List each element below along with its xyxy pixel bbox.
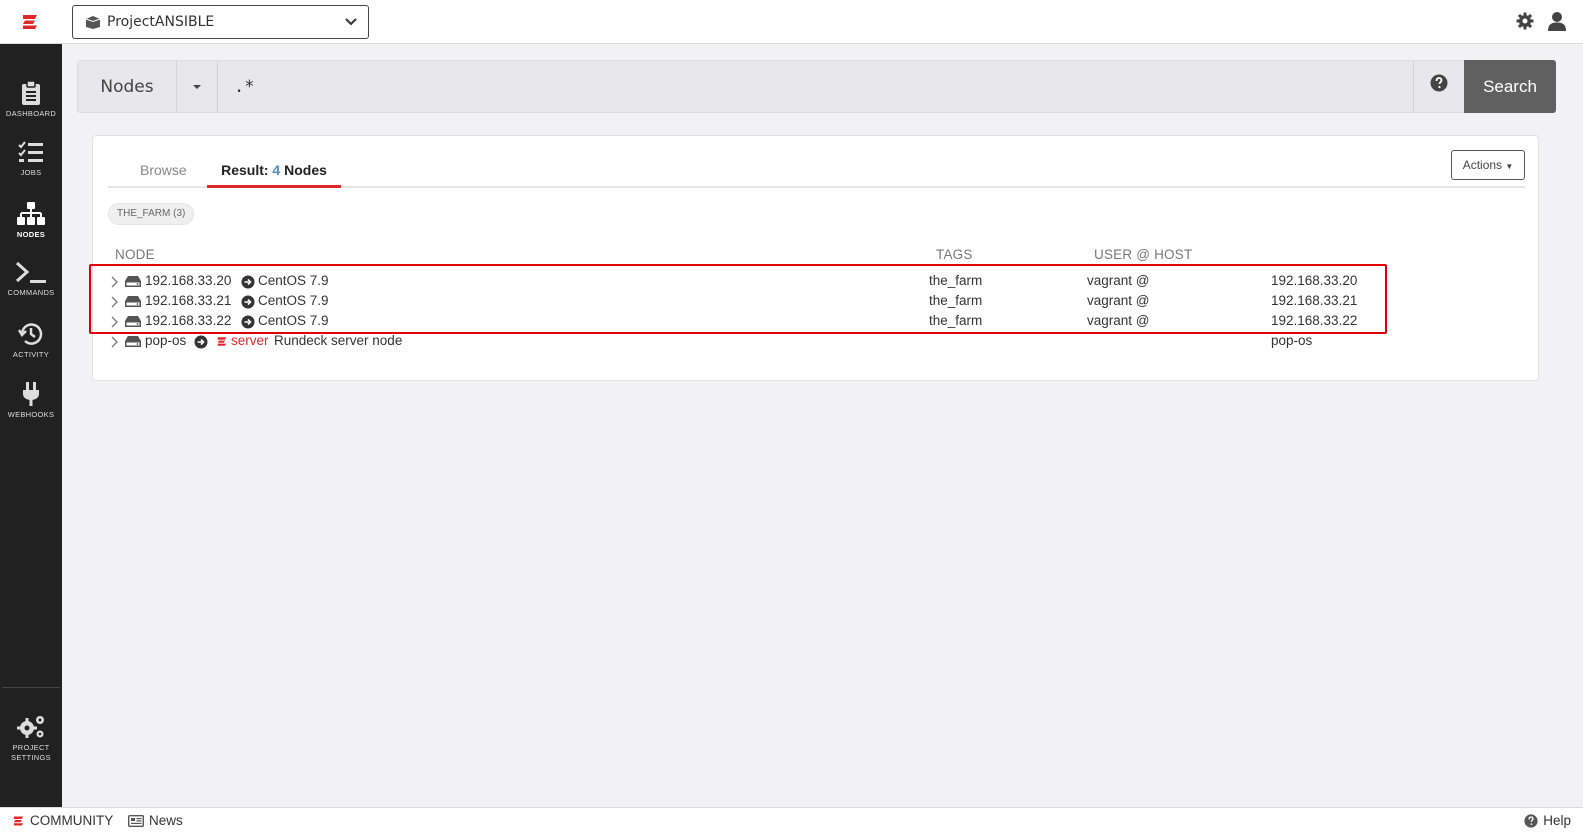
sidebar-item-commands[interactable]: COMMANDS <box>0 261 62 319</box>
project-name: ProjectANSIBLE <box>107 14 215 30</box>
sidebar-label: NODES <box>16 230 46 239</box>
project-box-icon <box>85 16 101 29</box>
column-header-user-host: USER @ HOST <box>1094 247 1193 262</box>
arrow-circle-right-icon <box>241 275 255 289</box>
node-name[interactable]: 192.168.33.20 <box>145 273 231 288</box>
chevron-down-icon <box>345 18 357 26</box>
news-link[interactable]: News <box>128 813 183 828</box>
rundeck-logo-icon <box>217 337 227 346</box>
rundeck-logo-icon <box>13 815 24 826</box>
node-host: 192.168.33.22 <box>1271 313 1358 328</box>
node-filter-bar: Nodes Search <box>77 60 1556 113</box>
question-circle-icon <box>1430 74 1448 92</box>
sidebar-label: ACTIVITY <box>12 350 50 359</box>
community-link[interactable]: COMMUNITY <box>12 813 113 828</box>
tab-result[interactable]: Result: 4 Nodes <box>207 162 341 188</box>
table-row[interactable]: 192.168.33.20 CentOS 7.9 the_farm vagran… <box>111 272 1391 292</box>
result-tabs: Browse Result: 4 Nodes <box>108 136 1525 188</box>
search-button[interactable]: Search <box>1464 60 1556 113</box>
clipboard-icon <box>22 80 40 105</box>
gear-icon[interactable] <box>1515 11 1535 31</box>
tab-result-suffix: Nodes <box>280 162 327 178</box>
node-host: pop-os <box>1271 333 1313 348</box>
gears-icon <box>17 716 44 738</box>
node-description: Rundeck server node <box>274 333 403 348</box>
node-user: vagrant @ <box>1087 273 1150 288</box>
sidebar-label: COMMANDS <box>7 288 55 297</box>
arrow-circle-right-icon <box>241 315 255 329</box>
help-label: Help <box>1543 813 1571 828</box>
actions-dropdown-button[interactable]: Actions ▼ <box>1451 150 1525 180</box>
user-icon[interactable] <box>1547 11 1567 31</box>
node-user: vagrant @ <box>1087 313 1150 328</box>
sidebar-item-webhooks[interactable]: WEBHOOKS <box>0 381 62 439</box>
node-tag[interactable]: the_farm <box>929 273 982 288</box>
table-row[interactable]: pop-os server Rundeck server node pop-os <box>111 332 1391 352</box>
list-check-icon <box>18 141 43 162</box>
chevron-right-icon[interactable] <box>111 276 119 288</box>
sidebar-divider <box>2 687 60 688</box>
caret-down-icon <box>193 84 201 89</box>
question-circle-icon <box>1524 813 1538 828</box>
nodes-result-card: Browse Result: 4 Nodes Actions ▼ THE_FAR… <box>92 135 1539 381</box>
history-icon <box>18 323 43 345</box>
node-host: 192.168.33.20 <box>1271 273 1358 288</box>
chevron-right-icon[interactable] <box>111 336 119 348</box>
sidebar-label: SETTINGS <box>11 753 51 762</box>
footer: COMMUNITY News Help <box>0 807 1583 836</box>
server-icon <box>125 316 141 327</box>
chevron-right-icon[interactable] <box>111 296 119 308</box>
server-icon <box>125 276 141 287</box>
tag-filter-pill[interactable]: THE_FARM (3) <box>108 203 195 225</box>
sitemap-icon <box>17 202 45 225</box>
sidebar-item-nodes[interactable]: NODES <box>0 201 62 259</box>
node-badge: server <box>231 333 269 348</box>
column-header-tags: TAGS <box>936 247 973 262</box>
node-tag[interactable]: the_farm <box>929 293 982 308</box>
sidebar-label: PROJECT <box>12 743 50 752</box>
sidebar-item-activity[interactable]: ACTIVITY <box>0 321 62 379</box>
top-bar: ProjectANSIBLE <box>0 0 1583 44</box>
filter-help-button[interactable] <box>1413 61 1464 112</box>
community-label: COMMUNITY <box>30 813 114 828</box>
table-row[interactable]: 192.168.33.22 CentOS 7.9 the_farm vagran… <box>111 312 1391 332</box>
newspaper-icon <box>128 814 144 827</box>
sidebar: DASHBOARD JOBS NODES COMMANDS ACTIVITY W… <box>0 44 62 807</box>
sidebar-item-dashboard[interactable]: DASHBOARD <box>0 80 62 138</box>
node-name[interactable]: 192.168.33.22 <box>145 313 231 328</box>
filter-type-label[interactable]: Nodes <box>78 61 177 112</box>
arrow-circle-right-icon <box>241 295 255 309</box>
tab-result-prefix: Result: <box>221 162 273 178</box>
server-icon <box>125 336 141 347</box>
node-name[interactable]: 192.168.33.21 <box>145 293 231 308</box>
node-name[interactable]: pop-os <box>145 333 186 348</box>
node-os: CentOS 7.9 <box>258 293 329 308</box>
table-row[interactable]: 192.168.33.21 CentOS 7.9 the_farm vagran… <box>111 292 1391 312</box>
sidebar-label: DASHBOARD <box>5 109 57 118</box>
server-icon <box>125 296 141 307</box>
arrow-circle-right-icon <box>194 335 208 349</box>
node-user: vagrant @ <box>1087 293 1150 308</box>
filter-input[interactable] <box>219 61 1413 112</box>
tab-browse[interactable]: Browse <box>140 162 187 178</box>
sidebar-item-project-settings[interactable]: PROJECT SETTINGS <box>0 714 62 774</box>
node-host: 192.168.33.21 <box>1271 293 1358 308</box>
terminal-icon <box>15 261 46 283</box>
sidebar-label: JOBS <box>20 168 42 177</box>
sidebar-label: WEBHOOKS <box>7 410 55 419</box>
help-link[interactable]: Help <box>1524 813 1571 828</box>
node-os: CentOS 7.9 <box>258 313 329 328</box>
filter-dropdown-button[interactable] <box>177 61 218 112</box>
actions-label: Actions <box>1462 158 1503 172</box>
project-selector[interactable]: ProjectANSIBLE <box>72 5 369 39</box>
news-label: News <box>149 813 183 828</box>
node-tag[interactable]: the_farm <box>929 313 982 328</box>
chevron-right-icon[interactable] <box>111 316 119 328</box>
column-header-node: NODE <box>115 247 155 262</box>
caret-down-icon: ▼ <box>1505 162 1514 171</box>
plug-icon <box>23 382 39 406</box>
node-os: CentOS 7.9 <box>258 273 329 288</box>
sidebar-item-jobs[interactable]: JOBS <box>0 141 62 199</box>
rundeck-logo-icon[interactable] <box>20 12 40 32</box>
